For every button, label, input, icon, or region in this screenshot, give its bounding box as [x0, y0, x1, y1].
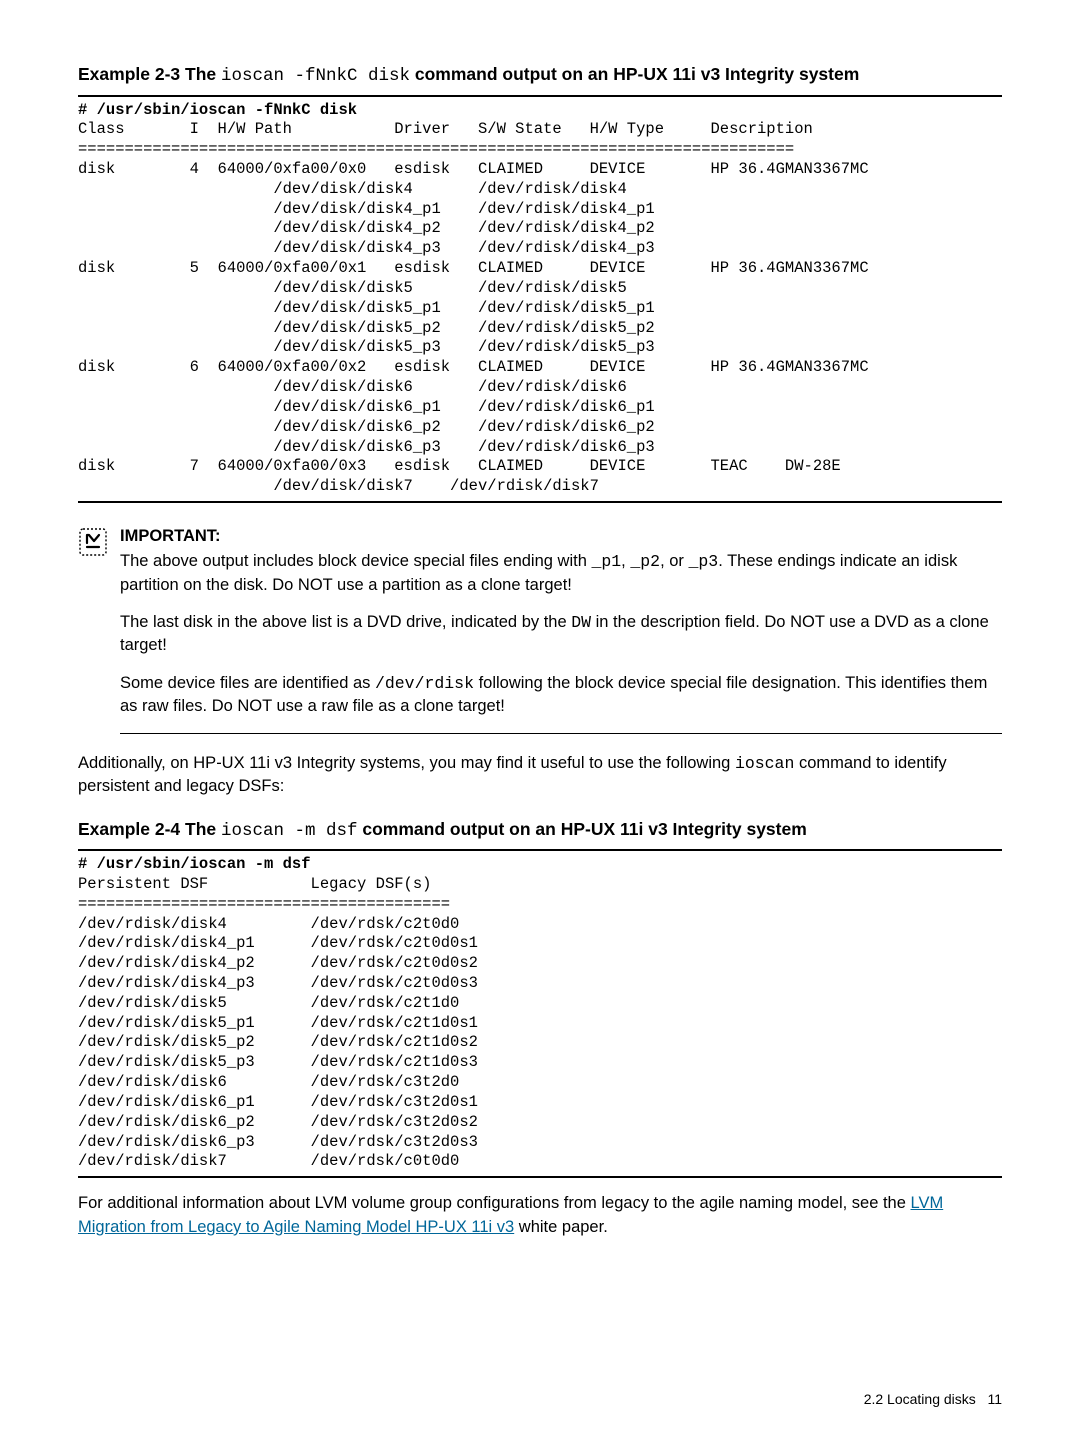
- output-line: /dev/disk/disk4_p3 /dev/rdisk/disk4_p3: [78, 239, 655, 257]
- separator: ========================================…: [78, 140, 794, 158]
- final-paragraph: For additional information about LVM vol…: [78, 1192, 1002, 1239]
- footer-section: 2.2 Locating disks: [864, 1391, 976, 1407]
- body-paragraph: Additionally, on HP-UX 11i v3 Integrity …: [78, 752, 1002, 799]
- rule: [78, 849, 1002, 851]
- important-paragraph-3: Some device files are identified as /dev…: [120, 672, 1002, 719]
- important-icon: [78, 527, 108, 564]
- page-footer: 2.2 Locating disks 11: [864, 1390, 1002, 1410]
- example-2-3-title: Example 2-3 The ioscan -fNnkC disk comma…: [78, 62, 1002, 89]
- output-line: /dev/rdisk/disk4_p1 /dev/rdsk/c2t0d0s1: [78, 934, 478, 952]
- output-line: /dev/rdisk/disk6_p3 /dev/rdsk/c3t2d0s3: [78, 1133, 478, 1151]
- example-2-3-suffix: command output on an HP-UX 11i v3 Integr…: [410, 64, 859, 84]
- cmd-line: # /usr/sbin/ioscan -m dsf: [78, 855, 311, 873]
- output-line: /dev/rdisk/disk7 /dev/rdsk/c0t0d0: [78, 1152, 459, 1170]
- output-line: /dev/rdisk/disk6_p1 /dev/rdsk/c3t2d0s1: [78, 1093, 478, 1111]
- rule: [78, 95, 1002, 97]
- output-line: /dev/rdisk/disk4_p2 /dev/rdsk/c2t0d0s2: [78, 954, 478, 972]
- output-line: /dev/rdisk/disk6 /dev/rdsk/c3t2d0: [78, 1073, 459, 1091]
- output-line: /dev/disk/disk5_p1 /dev/rdisk/disk5_p1: [78, 299, 655, 317]
- output-line: disk 4 64000/0xfa00/0x0 esdisk CLAIMED D…: [78, 160, 869, 178]
- cmd-line: # /usr/sbin/ioscan -fNnkC disk: [78, 101, 357, 119]
- output-line: /dev/disk/disk6 /dev/rdisk/disk6: [78, 378, 627, 396]
- output-line: disk 5 64000/0xfa00/0x1 esdisk CLAIMED D…: [78, 259, 869, 277]
- output-line: /dev/disk/disk5_p2 /dev/rdisk/disk5_p2: [78, 319, 655, 337]
- important-note: IMPORTANT: The above output includes blo…: [78, 525, 1002, 738]
- output-line: /dev/disk/disk4_p2 /dev/rdisk/disk4_p2: [78, 219, 655, 237]
- output-line: /dev/rdisk/disk4 /dev/rdsk/c2t0d0: [78, 915, 459, 933]
- output-line: /dev/disk/disk6_p3 /dev/rdisk/disk6_p3: [78, 438, 655, 456]
- important-paragraph-2: The last disk in the above list is a DVD…: [120, 611, 1002, 658]
- header-row: Class I H/W Path Driver S/W State H/W Ty…: [78, 120, 813, 138]
- output-line: disk 6 64000/0xfa00/0x2 esdisk CLAIMED D…: [78, 358, 869, 376]
- important-label: IMPORTANT:: [120, 525, 1002, 548]
- output-line: /dev/disk/disk5 /dev/rdisk/disk5: [78, 279, 627, 297]
- example-2-3-prefix: Example 2-3 The: [78, 64, 221, 84]
- output-line: /dev/rdisk/disk5_p3 /dev/rdsk/c2t1d0s3: [78, 1053, 478, 1071]
- output-line: /dev/rdisk/disk6_p2 /dev/rdsk/c3t2d0s2: [78, 1113, 478, 1131]
- output-line: /dev/disk/disk4_p1 /dev/rdisk/disk4_p1: [78, 200, 655, 218]
- rule: [120, 733, 1002, 734]
- page-number: 11: [987, 1391, 1002, 1407]
- header-row: Persistent DSF Legacy DSF(s): [78, 875, 431, 893]
- ioscan-dsf-output: # /usr/sbin/ioscan -m dsf Persistent DSF…: [78, 855, 1002, 1172]
- output-line: /dev/disk/disk6_p1 /dev/rdisk/disk6_p1: [78, 398, 655, 416]
- example-2-4-prefix: Example 2-4 The: [78, 819, 221, 839]
- output-line: /dev/rdisk/disk4_p3 /dev/rdsk/c2t0d0s3: [78, 974, 478, 992]
- output-line: /dev/rdisk/disk5 /dev/rdsk/c2t1d0: [78, 994, 459, 1012]
- rule: [78, 1176, 1002, 1178]
- output-line: /dev/rdisk/disk5_p1 /dev/rdsk/c2t1d0s1: [78, 1014, 478, 1032]
- output-line: /dev/disk/disk6_p2 /dev/rdisk/disk6_p2: [78, 418, 655, 436]
- output-line: disk 7 64000/0xfa00/0x3 esdisk CLAIMED D…: [78, 457, 841, 475]
- ioscan-disk-output: # /usr/sbin/ioscan -fNnkC disk Class I H…: [78, 101, 1002, 498]
- output-line: /dev/disk/disk7 /dev/rdisk/disk7: [78, 477, 599, 495]
- output-line: /dev/rdisk/disk5_p2 /dev/rdsk/c2t1d0s2: [78, 1033, 478, 1051]
- separator: ========================================: [78, 895, 450, 913]
- example-2-4-title: Example 2-4 The ioscan -m dsf command ou…: [78, 817, 1002, 844]
- example-2-4-suffix: command output on an HP-UX 11i v3 Integr…: [358, 819, 807, 839]
- output-line: /dev/disk/disk4 /dev/rdisk/disk4: [78, 180, 627, 198]
- rule: [78, 501, 1002, 503]
- important-paragraph-1: The above output includes block device s…: [120, 550, 1002, 597]
- output-line: /dev/disk/disk5_p3 /dev/rdisk/disk5_p3: [78, 338, 655, 356]
- example-2-3-cmd: ioscan -fNnkC disk: [221, 66, 410, 86]
- example-2-4-cmd: ioscan -m dsf: [221, 821, 358, 841]
